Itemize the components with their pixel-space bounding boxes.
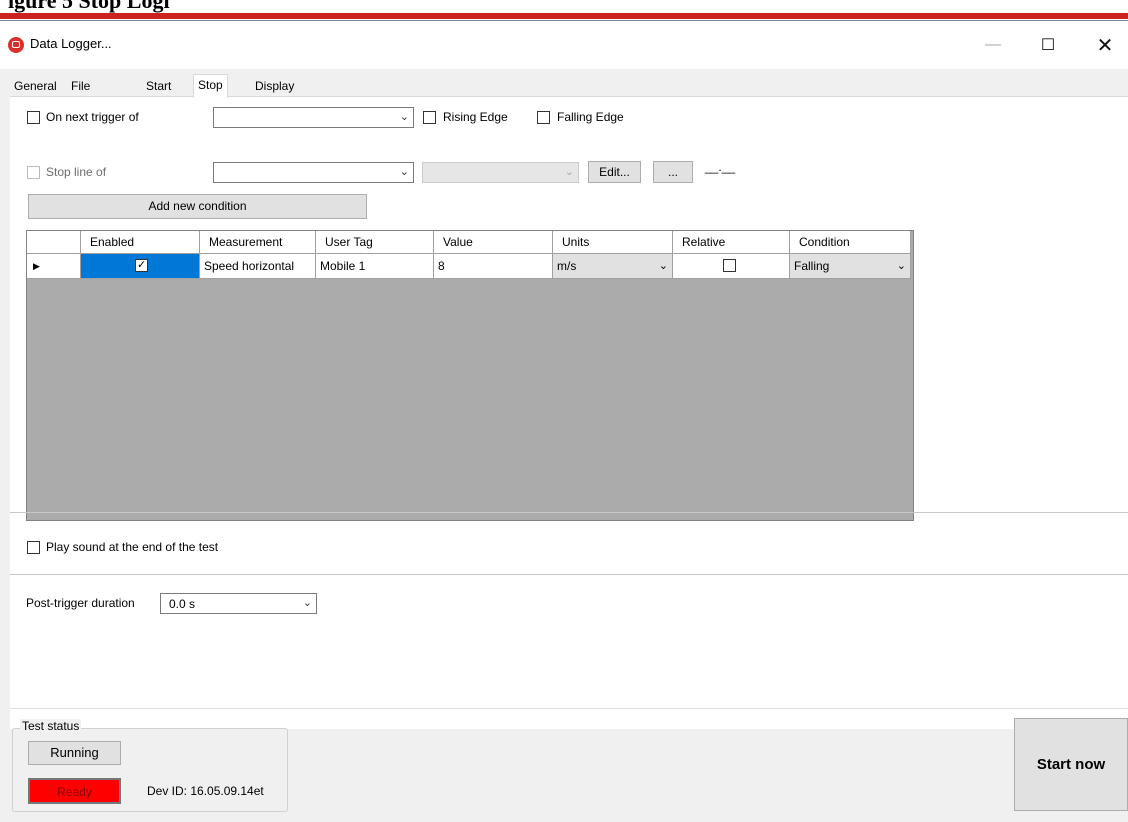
ellipsis-button[interactable]: ...	[653, 161, 693, 183]
header-measurement[interactable]: Measurement	[200, 231, 316, 253]
falling-edge-label: Falling Edge	[557, 110, 624, 124]
check-icon: ✓	[137, 259, 147, 271]
close-button[interactable]: ✕	[1082, 21, 1128, 69]
title-bar: Data Logger... — ☐ ✕	[0, 21, 1128, 69]
units-value: m/s	[557, 259, 577, 273]
stop-line-checkbox[interactable]	[27, 166, 40, 179]
falling-edge-checkbox[interactable]	[537, 111, 550, 124]
post-trigger-label: Post-trigger duration	[26, 596, 135, 610]
header-enabled[interactable]: Enabled	[81, 231, 200, 253]
header-relative[interactable]: Relative	[673, 231, 790, 253]
line-style-preview: __.__	[705, 160, 736, 174]
stop-line-label: Stop line of	[46, 165, 107, 179]
divider	[10, 574, 1128, 575]
trigger-select[interactable]: ⌄	[213, 107, 414, 128]
units-cell[interactable]: m/s ⌄	[553, 254, 673, 278]
conditions-grid: Enabled Measurement User Tag Value Units…	[26, 230, 914, 521]
on-next-trigger-label: On next trigger of	[46, 110, 139, 124]
user-tag-cell[interactable]: Mobile 1	[316, 254, 434, 278]
divider	[10, 512, 1128, 513]
rising-edge-checkbox[interactable]	[423, 111, 436, 124]
dev-id-label: Dev ID: 16.05.09.14et	[147, 784, 264, 798]
tab-general[interactable]: General	[10, 76, 61, 96]
test-status-title: Test status	[20, 719, 82, 733]
table-row[interactable]: ▶ ✓ Speed horizontal Mobile 1 8 m/s ⌄ Fa…	[27, 254, 911, 279]
data-logger-window: Data Logger... — ☐ ✕ General File Start …	[0, 20, 1128, 822]
tab-display[interactable]: Display	[251, 76, 299, 96]
play-sound-checkbox[interactable]	[27, 541, 40, 554]
row-enabled-cell[interactable]: ✓	[81, 254, 200, 278]
chevron-down-icon: ⌄	[564, 166, 574, 178]
maximize-button[interactable]: ☐	[1025, 21, 1071, 69]
header-row-indicator	[27, 231, 81, 253]
tab-start[interactable]: Start	[142, 76, 176, 96]
chevron-down-icon: ⌄	[302, 597, 312, 609]
relative-checkbox[interactable]	[723, 259, 736, 272]
condition-value: Falling	[794, 259, 830, 273]
edit-button[interactable]: Edit...	[588, 161, 641, 183]
tab-stop[interactable]: Stop	[193, 74, 228, 98]
running-indicator: Running	[28, 741, 121, 765]
post-trigger-select[interactable]: 0.0 s ⌄	[160, 593, 317, 614]
stop-line-select[interactable]: ⌄	[213, 162, 414, 183]
minimize-button[interactable]: —	[970, 21, 1016, 69]
chevron-down-icon: ⌄	[896, 260, 906, 272]
header-condition[interactable]: Condition	[790, 231, 911, 253]
header-value[interactable]: Value	[434, 231, 553, 253]
row-indicator-icon: ▶	[27, 254, 81, 278]
post-trigger-value: 0.0 s	[169, 597, 196, 611]
chevron-down-icon: ⌄	[399, 166, 409, 178]
document-heading: igure 5 Stop Logi	[8, 0, 170, 13]
condition-cell[interactable]: Falling ⌄	[790, 254, 911, 278]
document-rule	[0, 13, 1128, 19]
grid-header: Enabled Measurement User Tag Value Units…	[27, 231, 911, 254]
panel-bottom-border	[10, 708, 1128, 709]
start-now-button[interactable]: Start now	[1014, 718, 1128, 811]
value-cell[interactable]: 8	[434, 254, 553, 278]
header-units[interactable]: Units	[553, 231, 673, 253]
chevron-down-icon: ⌄	[399, 111, 409, 123]
play-sound-label: Play sound at the end of the test	[46, 540, 219, 554]
ready-indicator: Ready	[28, 778, 121, 804]
header-user-tag[interactable]: User Tag	[316, 231, 434, 253]
rising-edge-label: Rising Edge	[443, 110, 508, 124]
window-title: Data Logger...	[30, 36, 112, 51]
on-next-trigger-checkbox[interactable]	[27, 111, 40, 124]
relative-cell[interactable]	[673, 254, 790, 278]
enabled-checkbox[interactable]: ✓	[135, 259, 148, 272]
measurement-cell[interactable]: Speed horizontal	[200, 254, 316, 278]
app-icon	[8, 37, 24, 53]
chevron-down-icon: ⌄	[658, 260, 668, 272]
stop-line-secondary-select[interactable]: ⌄	[422, 162, 579, 183]
add-new-condition-button[interactable]: Add new condition	[28, 194, 367, 219]
tab-file[interactable]: File	[67, 76, 95, 96]
